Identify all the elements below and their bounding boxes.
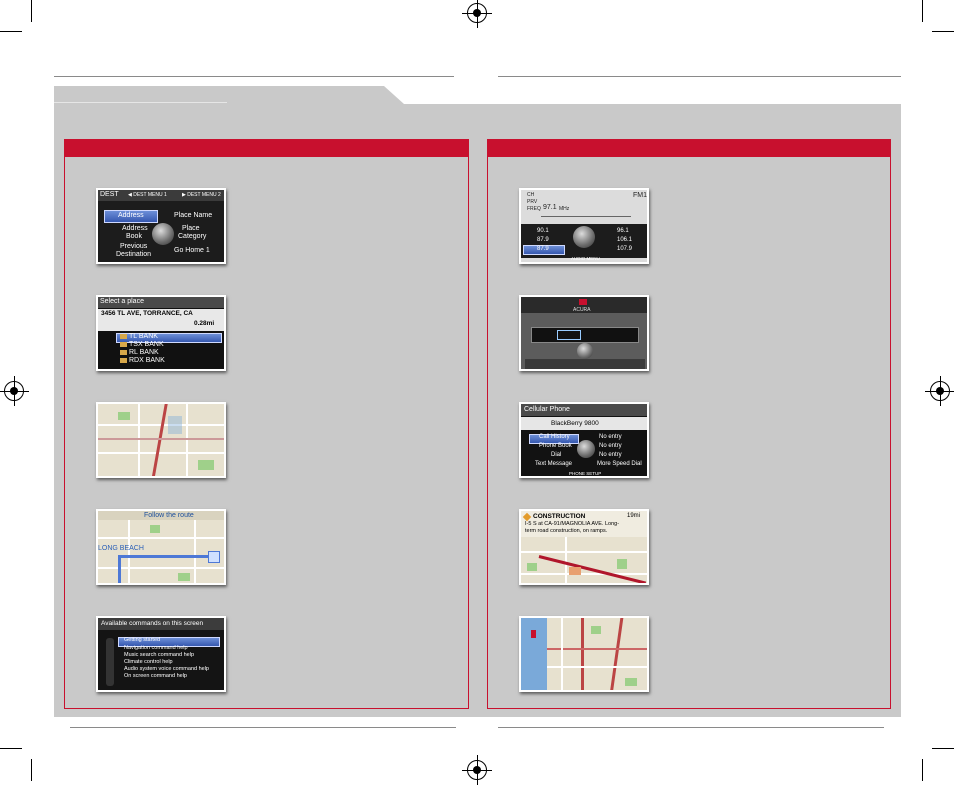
screenshot-overview-map: [519, 616, 649, 692]
incident-distance: 19mi: [627, 513, 641, 519]
phone-menu-value: No entry: [599, 443, 622, 449]
phone-menu-item: Call History: [539, 434, 570, 440]
previous-dest-label-1: Previous: [120, 243, 148, 250]
phone-setup-label: PHONE SETUP: [569, 471, 602, 476]
phone-menu-item: Dial: [551, 452, 562, 458]
place-address: 3456 TL AVE, TORRANCE, CA: [101, 310, 193, 317]
incident-desc-1: I-5 S at CA-91/MAGNOLIA AVE. Long-: [525, 521, 620, 527]
list-item: On screen command help: [124, 673, 187, 679]
brand-label: ACURA: [573, 307, 591, 313]
city-label: LONG BEACH: [98, 545, 144, 552]
dest-menu2: ▶ DEST MENU 2: [182, 192, 221, 198]
list-item: RL BANK: [120, 349, 159, 356]
crop-mark: [0, 748, 22, 749]
screenshot-voice-commands: Available commands on this screen Gettin…: [96, 616, 226, 692]
preset: 107.9: [617, 246, 633, 252]
audio-menu-label: AUDIO MENU: [571, 256, 600, 261]
follow-route-banner: Follow the route: [144, 512, 194, 519]
phone-menu-value: More Speed Dial: [597, 461, 642, 467]
incident-title: CONSTRUCTION: [533, 513, 586, 520]
footer-rule-left: [70, 727, 456, 728]
footer-rule-right: [498, 727, 884, 728]
dest-label: DEST: [100, 191, 119, 198]
list-item: Audio system voice command help: [124, 666, 209, 672]
section-tab-rule: [54, 102, 227, 103]
screenshot-map: [96, 402, 226, 478]
place-category-label-1: Place: [182, 225, 200, 232]
phone-title: Cellular Phone: [524, 406, 570, 413]
right-panel-header: [488, 140, 890, 157]
list-item: TSX BANK: [120, 341, 164, 348]
construction-segment: [538, 555, 647, 583]
preset: 106.1: [617, 237, 633, 243]
list-item: Getting started: [124, 637, 161, 643]
preset: 87.9: [537, 246, 549, 252]
volume-knob-icon: [577, 343, 593, 359]
preset: 96.1: [617, 228, 629, 234]
voice-help-title: Available commands on this screen: [101, 620, 204, 627]
select-place-title: Select a place: [100, 298, 144, 305]
screenshot-audio-fm: CH PRV FREQ 97.1 MHz FM1 90.1 87.9 87.9 …: [519, 188, 649, 264]
place-name-label: Place Name: [174, 212, 213, 219]
screenshot-select-place: Select a place 3456 TL AVE, TORRANCE, CA…: [96, 295, 226, 371]
freq-unit: MHz: [559, 206, 570, 212]
hazard-icon: [579, 299, 587, 305]
route-line: [118, 555, 210, 558]
screenshot-traffic-incident: CONSTRUCTION 19mi I-5 S at CA-91/MAGNOLI…: [519, 509, 649, 585]
ch-tab: CH: [527, 192, 535, 198]
control-knob-icon: [573, 226, 595, 248]
preset: 90.1: [537, 228, 549, 234]
list-item: TL BANK: [120, 333, 158, 340]
prv-tab: PRV: [527, 199, 538, 205]
address-label: Address: [118, 212, 144, 219]
crop-mark: [0, 31, 22, 32]
place-category-label-2: Category: [178, 233, 207, 240]
registration-mark: [462, 0, 492, 28]
go-home-label: Go Home 1: [174, 247, 210, 254]
dest-menu1: ◀ DEST MENU 1: [128, 192, 167, 198]
display-readout: [557, 330, 581, 340]
incident-desc-2: term road construction, on ramps.: [525, 528, 608, 534]
control-knob-icon: [152, 223, 174, 245]
crop-mark: [922, 759, 923, 781]
header-rule-left: [54, 76, 454, 77]
place-distance: 0.28mi: [194, 320, 215, 327]
screenshot-route-map: Follow the route LONG BEACH: [96, 509, 226, 585]
phone-menu-item: Text Message: [535, 461, 573, 467]
previous-dest-label-2: Destination: [116, 251, 152, 258]
phone-menu-value: No entry: [599, 452, 622, 458]
preset: 87.9: [537, 237, 549, 243]
screenshot-cellular-phone: Cellular Phone BlackBerry 9800 Call Hist…: [519, 402, 649, 478]
frequency-value: 97.1: [543, 204, 557, 211]
registration-mark: [462, 755, 492, 785]
phone-menu-item: Phone Book: [539, 443, 572, 449]
list-item: Navigation command help: [124, 645, 188, 651]
header-rule-right: [498, 76, 901, 77]
registration-mark: [0, 376, 29, 406]
crop-mark: [31, 759, 32, 781]
list-item: Climate control help: [124, 659, 173, 665]
crop-mark: [31, 0, 32, 22]
list-item: Music search command help: [124, 652, 195, 658]
crop-mark: [932, 748, 954, 749]
screenshot-dashboard: ACURA: [519, 295, 649, 371]
crop-mark: [922, 0, 923, 22]
address-book-label-2: Book: [126, 233, 142, 240]
phone-menu-value: No entry: [599, 434, 622, 440]
device-name: BlackBerry 9800: [551, 420, 599, 427]
band-label: FM1: [633, 192, 647, 199]
screenshot-destination-menu: DEST ◀ DEST MENU 1 ▶ DEST MENU 2 Address…: [96, 188, 226, 264]
list-item: RDX BANK: [120, 357, 165, 364]
vehicle-position-icon: [531, 630, 536, 638]
crop-mark: [932, 31, 954, 32]
registration-mark: [925, 376, 954, 406]
freq-label: FREQ: [527, 206, 541, 212]
left-panel-header: [65, 140, 468, 157]
address-book-label-1: Address: [122, 225, 148, 232]
control-knob-icon: [577, 440, 595, 458]
